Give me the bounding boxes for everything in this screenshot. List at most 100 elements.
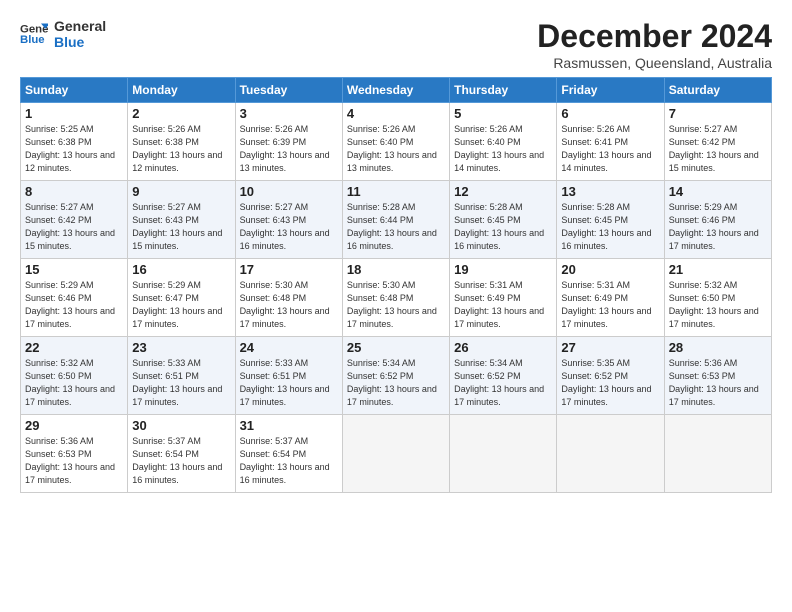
table-row: 22 Sunrise: 5:32 AMSunset: 6:50 PMDayligh… — [21, 337, 128, 415]
day-number: 15 — [25, 262, 123, 277]
day-info: Sunrise: 5:27 AMSunset: 6:43 PMDaylight:… — [240, 202, 330, 251]
table-row: 14 Sunrise: 5:29 AMSunset: 6:46 PMDayligh… — [664, 181, 771, 259]
day-info: Sunrise: 5:34 AMSunset: 6:52 PMDaylight:… — [454, 358, 544, 407]
day-info: Sunrise: 5:27 AMSunset: 6:42 PMDaylight:… — [669, 124, 759, 173]
table-row: 3 Sunrise: 5:26 AMSunset: 6:39 PMDaylight… — [235, 103, 342, 181]
day-info: Sunrise: 5:37 AMSunset: 6:54 PMDaylight:… — [240, 436, 330, 485]
logo-blue: Blue — [54, 34, 106, 50]
day-number: 13 — [561, 184, 659, 199]
calendar-page: General Blue General Blue December 2024 … — [0, 0, 792, 505]
day-info: Sunrise: 5:28 AMSunset: 6:45 PMDaylight:… — [561, 202, 651, 251]
day-info: Sunrise: 5:27 AMSunset: 6:43 PMDaylight:… — [132, 202, 222, 251]
table-row — [557, 415, 664, 493]
day-info: Sunrise: 5:30 AMSunset: 6:48 PMDaylight:… — [240, 280, 330, 329]
table-row: 16 Sunrise: 5:29 AMSunset: 6:47 PMDayligh… — [128, 259, 235, 337]
day-number: 27 — [561, 340, 659, 355]
day-number: 31 — [240, 418, 338, 433]
day-info: Sunrise: 5:36 AMSunset: 6:53 PMDaylight:… — [669, 358, 759, 407]
table-row: 8 Sunrise: 5:27 AMSunset: 6:42 PMDaylight… — [21, 181, 128, 259]
day-info: Sunrise: 5:25 AMSunset: 6:38 PMDaylight:… — [25, 124, 115, 173]
day-info: Sunrise: 5:36 AMSunset: 6:53 PMDaylight:… — [25, 436, 115, 485]
day-number: 5 — [454, 106, 552, 121]
day-info: Sunrise: 5:28 AMSunset: 6:45 PMDaylight:… — [454, 202, 544, 251]
logo-general: General — [54, 18, 106, 34]
day-info: Sunrise: 5:33 AMSunset: 6:51 PMDaylight:… — [240, 358, 330, 407]
day-number: 12 — [454, 184, 552, 199]
day-number: 22 — [25, 340, 123, 355]
col-friday: Friday — [557, 78, 664, 103]
day-info: Sunrise: 5:34 AMSunset: 6:52 PMDaylight:… — [347, 358, 437, 407]
svg-text:Blue: Blue — [20, 34, 45, 46]
day-info: Sunrise: 5:32 AMSunset: 6:50 PMDaylight:… — [25, 358, 115, 407]
day-number: 25 — [347, 340, 445, 355]
table-row — [342, 415, 449, 493]
day-number: 23 — [132, 340, 230, 355]
day-number: 8 — [25, 184, 123, 199]
table-row — [450, 415, 557, 493]
day-number: 10 — [240, 184, 338, 199]
col-sunday: Sunday — [21, 78, 128, 103]
col-thursday: Thursday — [450, 78, 557, 103]
col-tuesday: Tuesday — [235, 78, 342, 103]
day-info: Sunrise: 5:27 AMSunset: 6:42 PMDaylight:… — [25, 202, 115, 251]
day-number: 20 — [561, 262, 659, 277]
calendar-week-4: 22 Sunrise: 5:32 AMSunset: 6:50 PMDayligh… — [21, 337, 772, 415]
table-row: 31 Sunrise: 5:37 AMSunset: 6:54 PMDayligh… — [235, 415, 342, 493]
day-number: 26 — [454, 340, 552, 355]
day-number: 1 — [25, 106, 123, 121]
day-number: 19 — [454, 262, 552, 277]
day-number: 14 — [669, 184, 767, 199]
logo-icon: General Blue — [20, 20, 48, 48]
table-row: 18 Sunrise: 5:30 AMSunset: 6:48 PMDayligh… — [342, 259, 449, 337]
calendar-table: Sunday Monday Tuesday Wednesday Thursday… — [20, 77, 772, 493]
day-info: Sunrise: 5:31 AMSunset: 6:49 PMDaylight:… — [454, 280, 544, 329]
day-number: 2 — [132, 106, 230, 121]
table-row: 25 Sunrise: 5:34 AMSunset: 6:52 PMDayligh… — [342, 337, 449, 415]
day-number: 18 — [347, 262, 445, 277]
month-title: December 2024 — [537, 18, 772, 55]
table-row: 11Sunrise: 5:28 AMSunset: 6:44 PMDayligh… — [342, 181, 449, 259]
table-row: 20 Sunrise: 5:31 AMSunset: 6:49 PMDayligh… — [557, 259, 664, 337]
day-number: 6 — [561, 106, 659, 121]
day-info: Sunrise: 5:26 AMSunset: 6:41 PMDaylight:… — [561, 124, 651, 173]
logo: General Blue General Blue — [20, 18, 106, 50]
calendar-week-3: 15 Sunrise: 5:29 AMSunset: 6:46 PMDayligh… — [21, 259, 772, 337]
title-area: December 2024 Rasmussen, Queensland, Aus… — [537, 18, 772, 71]
table-row: 26 Sunrise: 5:34 AMSunset: 6:52 PMDayligh… — [450, 337, 557, 415]
table-row: 13 Sunrise: 5:28 AMSunset: 6:45 PMDayligh… — [557, 181, 664, 259]
table-row: 15 Sunrise: 5:29 AMSunset: 6:46 PMDayligh… — [21, 259, 128, 337]
table-row: 24Sunrise: 5:33 AMSunset: 6:51 PMDayligh… — [235, 337, 342, 415]
day-number: 17 — [240, 262, 338, 277]
day-info: Sunrise: 5:32 AMSunset: 6:50 PMDaylight:… — [669, 280, 759, 329]
day-info: Sunrise: 5:29 AMSunset: 6:46 PMDaylight:… — [669, 202, 759, 251]
header-area: General Blue General Blue December 2024 … — [20, 18, 772, 71]
day-number: 4 — [347, 106, 445, 121]
day-info: Sunrise: 5:31 AMSunset: 6:49 PMDaylight:… — [561, 280, 651, 329]
day-number: 16 — [132, 262, 230, 277]
table-row: 6 Sunrise: 5:26 AMSunset: 6:41 PMDaylight… — [557, 103, 664, 181]
calendar-week-5: 29Sunrise: 5:36 AMSunset: 6:53 PMDayligh… — [21, 415, 772, 493]
table-row — [664, 415, 771, 493]
day-info: Sunrise: 5:29 AMSunset: 6:47 PMDaylight:… — [132, 280, 222, 329]
calendar-week-2: 8 Sunrise: 5:27 AMSunset: 6:42 PMDaylight… — [21, 181, 772, 259]
day-info: Sunrise: 5:26 AMSunset: 6:38 PMDaylight:… — [132, 124, 222, 173]
table-row: 5Sunrise: 5:26 AMSunset: 6:40 PMDaylight… — [450, 103, 557, 181]
table-row: 23Sunrise: 5:33 AMSunset: 6:51 PMDayligh… — [128, 337, 235, 415]
table-row: 27Sunrise: 5:35 AMSunset: 6:52 PMDayligh… — [557, 337, 664, 415]
day-info: Sunrise: 5:37 AMSunset: 6:54 PMDaylight:… — [132, 436, 222, 485]
calendar-week-1: 1 Sunrise: 5:25 AMSunset: 6:38 PMDaylight… — [21, 103, 772, 181]
day-info: Sunrise: 5:26 AMSunset: 6:39 PMDaylight:… — [240, 124, 330, 173]
day-number: 28 — [669, 340, 767, 355]
day-number: 3 — [240, 106, 338, 121]
day-info: Sunrise: 5:28 AMSunset: 6:44 PMDaylight:… — [347, 202, 437, 251]
table-row: 19 Sunrise: 5:31 AMSunset: 6:49 PMDayligh… — [450, 259, 557, 337]
col-saturday: Saturday — [664, 78, 771, 103]
header-row: Sunday Monday Tuesday Wednesday Thursday… — [21, 78, 772, 103]
day-info: Sunrise: 5:30 AMSunset: 6:48 PMDaylight:… — [347, 280, 437, 329]
day-info: Sunrise: 5:26 AMSunset: 6:40 PMDaylight:… — [347, 124, 437, 173]
day-info: Sunrise: 5:29 AMSunset: 6:46 PMDaylight:… — [25, 280, 115, 329]
day-number: 21 — [669, 262, 767, 277]
table-row: 21 Sunrise: 5:32 AMSunset: 6:50 PMDayligh… — [664, 259, 771, 337]
day-number: 9 — [132, 184, 230, 199]
day-number: 7 — [669, 106, 767, 121]
